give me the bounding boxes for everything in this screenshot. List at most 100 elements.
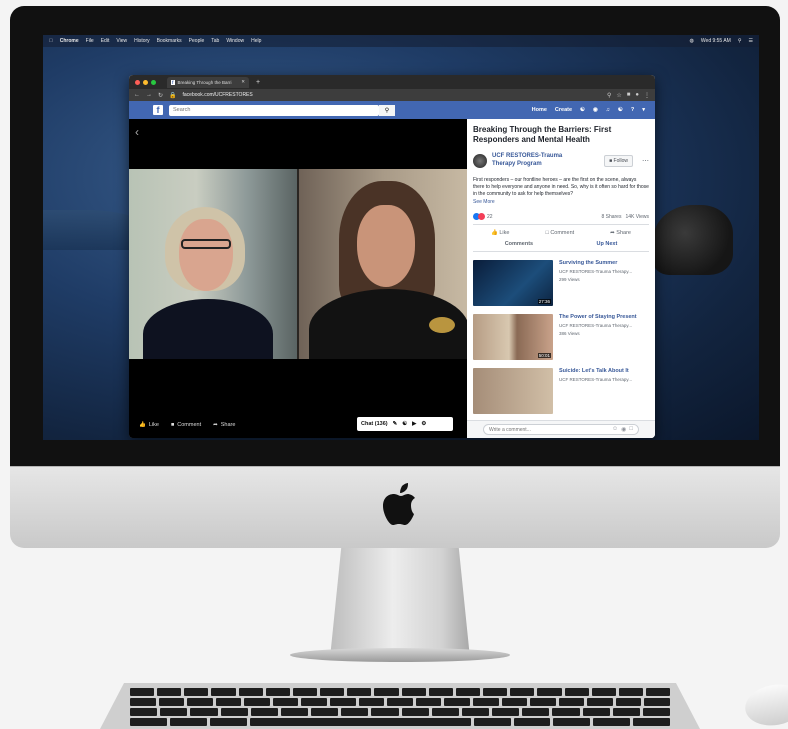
menubar-clock[interactable]: Wed 9:55 AM: [701, 38, 731, 44]
new-tab-icon[interactable]: +: [256, 79, 260, 86]
search-input[interactable]: [169, 104, 379, 116]
tab-strip: f Breaking Through the Barri ✕ +: [129, 75, 655, 89]
search-button-icon[interactable]: ⚲: [379, 104, 395, 116]
tab-up-next[interactable]: Up Next: [597, 241, 618, 247]
close-tab-icon[interactable]: ✕: [241, 79, 245, 85]
video-title[interactable]: The Power of Staying Present: [559, 314, 637, 320]
imac-stand: [330, 548, 470, 658]
reaction-count[interactable]: 22: [487, 214, 493, 220]
video-channel: UCF RESTORES-Trauma Therapy...: [559, 377, 633, 383]
comment-label: Comment: [550, 230, 575, 237]
tab-comments[interactable]: Comments: [505, 241, 533, 247]
people-icon[interactable]: ☯: [402, 421, 407, 427]
menu-chrome[interactable]: Chrome: [60, 38, 79, 44]
video-like-button[interactable]: 👍 Like: [139, 422, 159, 428]
spotlight-icon[interactable]: ⚲: [738, 38, 742, 44]
nav-home[interactable]: Home: [532, 107, 547, 113]
compose-icon[interactable]: ✎: [393, 421, 398, 427]
sidebar-tabs: Comments Up Next: [473, 241, 649, 253]
follow-button[interactable]: ■ Follow: [604, 154, 633, 167]
more-options-icon[interactable]: ⋯: [642, 157, 649, 165]
account-dropdown-icon[interactable]: ▾: [642, 107, 645, 113]
keyboard: [100, 683, 700, 729]
like-button[interactable]: 👍 Like: [491, 230, 509, 236]
star-icon[interactable]: ☆: [616, 92, 621, 99]
wallpaper-island: [653, 205, 733, 275]
list-item[interactable]: Suicide: Let's Talk About It UCF RESTORE…: [473, 368, 649, 415]
menu-people[interactable]: People: [189, 38, 205, 44]
apple-menu-icon[interactable]: : [49, 38, 53, 44]
chat-label: Chat (136): [361, 421, 388, 427]
share-count[interactable]: 8 Shares: [601, 214, 621, 220]
avatar[interactable]: [473, 153, 487, 168]
chrome-window: f Breaking Through the Barri ✕ + ← → ↻ 🔒…: [129, 75, 655, 438]
see-more-link[interactable]: See More: [473, 199, 649, 205]
extension-icon[interactable]: ■: [627, 92, 631, 99]
love-reaction-icon: [478, 213, 485, 221]
list-item[interactable]: 50:01 The Power of Staying Present UCF R…: [473, 314, 649, 361]
video-title[interactable]: Suicide: Let's Talk About It: [559, 368, 632, 374]
browser-tab[interactable]: f Breaking Through the Barri ✕: [167, 76, 249, 88]
minimize-window-button[interactable]: [143, 79, 148, 85]
friends-icon[interactable]: ☯: [580, 107, 585, 113]
video-like-label: Like: [148, 421, 159, 428]
video-call-icon[interactable]: ▶: [412, 421, 416, 427]
reload-icon[interactable]: ↻: [158, 92, 163, 99]
back-icon[interactable]: ←: [134, 92, 140, 98]
video-title[interactable]: Surviving the Summer: [559, 260, 632, 266]
settings-icon[interactable]: ⚙: [421, 421, 426, 427]
facebook-favicon-icon: f: [171, 79, 175, 85]
emoji-icon[interactable]: ☺: [612, 426, 618, 433]
back-arrow-icon[interactable]: ‹: [135, 125, 139, 139]
menu-tab[interactable]: Tab: [211, 38, 219, 44]
menu-bookmarks[interactable]: Bookmarks: [157, 38, 182, 44]
author-name[interactable]: UCF RESTORES-Trauma Therapy Program: [492, 153, 572, 169]
forward-icon[interactable]: →: [146, 92, 152, 98]
list-item[interactable]: 27:36 Surviving the Summer UCF RESTORES-…: [473, 260, 649, 307]
close-window-button[interactable]: [135, 79, 140, 85]
menu-edit[interactable]: Edit: [101, 38, 110, 44]
url-bar[interactable]: facebook.com/UCFRESTORES: [183, 92, 253, 98]
gif-icon[interactable]: □: [629, 426, 633, 433]
wifi-icon[interactable]: ◍: [690, 38, 694, 44]
video-thumbnail[interactable]: [473, 368, 553, 415]
help-icon[interactable]: ?: [631, 107, 634, 113]
menu-help[interactable]: Help: [251, 38, 261, 44]
post-actions: 👍 Like □ Comment ➦ Share: [473, 230, 649, 236]
camera-icon[interactable]: ◉: [621, 426, 626, 433]
like-label: Like: [499, 230, 510, 237]
menu-view[interactable]: View: [116, 38, 127, 44]
video-player[interactable]: ‹ 👍 Like ■ Comment ➦ Share Chat (136) ✎ …: [129, 119, 467, 438]
video-frame[interactable]: [129, 169, 467, 359]
view-count: 14K Views: [625, 213, 649, 220]
notifications-icon[interactable]: ♫: [606, 107, 610, 113]
speaker-2-face: [357, 205, 415, 287]
menu-history[interactable]: History: [134, 38, 150, 44]
share-button[interactable]: ➦ Share: [610, 230, 631, 236]
messenger-icon[interactable]: ◉: [593, 107, 598, 113]
comment-button[interactable]: □ Comment: [545, 230, 574, 236]
video-share-label: Share: [220, 421, 236, 428]
apple-logo-icon: [383, 483, 415, 525]
follow-label: Follow: [613, 157, 628, 164]
notification-center-icon[interactable]: ☰: [749, 38, 753, 44]
chat-bar[interactable]: Chat (136) ✎ ☯ ▶ ⚙: [357, 417, 453, 431]
search-icon[interactable]: ⚲: [607, 92, 611, 99]
menu-file[interactable]: File: [86, 38, 94, 44]
nav-create[interactable]: Create: [555, 107, 572, 113]
menu-window[interactable]: Window: [226, 38, 244, 44]
groups-icon[interactable]: ☯: [618, 107, 623, 113]
video-thumbnail[interactable]: 27:36: [473, 260, 553, 307]
video-share-button[interactable]: ➦ Share: [213, 422, 235, 428]
profile-icon[interactable]: ●: [635, 92, 639, 99]
video-thumbnail[interactable]: 50:01: [473, 314, 553, 361]
zoom-window-button[interactable]: [151, 79, 156, 85]
share-icon: ➦: [213, 421, 218, 428]
video-views: 386 Views: [559, 331, 580, 337]
facebook-logo-icon[interactable]: f: [153, 105, 163, 115]
comment-icon: ■: [170, 421, 175, 428]
menu-dots-icon[interactable]: ⋮: [644, 92, 650, 99]
video-comment-button[interactable]: ■ Comment: [171, 422, 201, 428]
lock-icon: 🔒: [169, 92, 177, 99]
stats-row: 22 8 Shares 14K Views: [473, 213, 649, 226]
